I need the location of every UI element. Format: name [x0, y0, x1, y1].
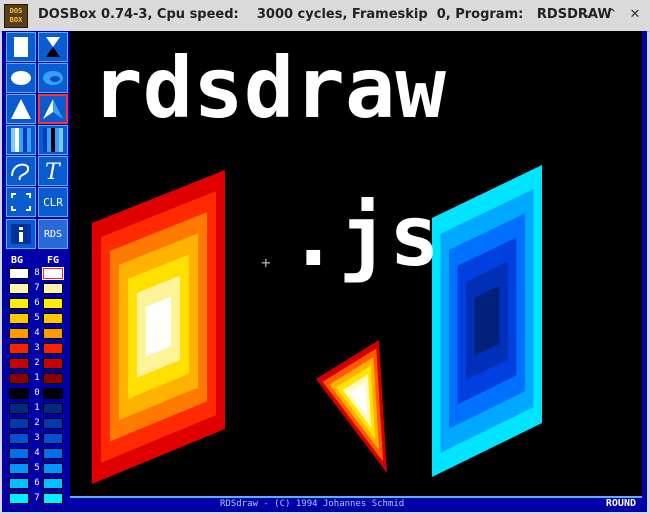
- gradient-bar-tool-icon: [11, 128, 31, 152]
- bg-color-swatch[interactable]: [9, 328, 29, 339]
- copyright-text: RDSdraw - (C) 1994 Johannes Schmid: [220, 499, 405, 509]
- palette-index-label: 8: [34, 268, 40, 278]
- bg-color-swatch[interactable]: [9, 448, 29, 459]
- svg-text:T: T: [45, 160, 62, 182]
- hourglass-tool-button[interactable]: [38, 32, 68, 62]
- text-tool-button[interactable]: T: [38, 156, 68, 186]
- palette-index-label: 2: [34, 358, 40, 368]
- hourglass-tool-icon: [46, 37, 60, 57]
- palette-index-label: 1: [34, 403, 40, 413]
- crosshair-cursor: +: [261, 253, 271, 272]
- palette-index-label: 0: [34, 388, 40, 398]
- fg-color-swatch[interactable]: [43, 343, 63, 354]
- rectangle-tool-button[interactable]: [6, 32, 36, 62]
- palette-index-label: 6: [34, 478, 40, 488]
- fg-color-swatch[interactable]: [43, 298, 63, 309]
- rectangle-tool-icon: [14, 37, 28, 57]
- cool-parallelogram-layer: [474, 285, 500, 356]
- palette-index-label: 4: [34, 448, 40, 458]
- fg-palette-label: FG: [47, 255, 60, 266]
- palette-index-label: 2: [34, 418, 40, 428]
- gradient-bar-dark-tool-icon: [43, 128, 63, 152]
- minimize-button[interactable]: ⌄: [580, 6, 598, 24]
- clear-tool-icon: CLR: [43, 195, 63, 209]
- fg-color-swatch[interactable]: [43, 448, 63, 459]
- bg-palette-label: BG: [11, 255, 24, 266]
- selection-tool-button[interactable]: [6, 187, 36, 217]
- bg-color-swatch[interactable]: [9, 418, 29, 429]
- palette-index-label: 6: [34, 298, 40, 308]
- arrow-triangle-tool-icon: [43, 99, 63, 119]
- mode-indicator: ROUND: [605, 498, 636, 509]
- bg-color-swatch[interactable]: [9, 388, 29, 399]
- bg-color-swatch[interactable]: [9, 433, 29, 444]
- palette-index-label: 1: [34, 373, 40, 383]
- palette-index-label: 3: [34, 343, 40, 353]
- ellipse-tool-icon: [11, 71, 31, 85]
- fg-color-swatch[interactable]: [43, 358, 63, 369]
- fg-color-swatch[interactable]: [43, 418, 63, 429]
- canvas-subtitle-text: .js: [288, 187, 440, 285]
- palette-index-label: 7: [34, 283, 40, 293]
- info-tool-button[interactable]: [6, 219, 36, 249]
- gradient-bar-dark-tool-button[interactable]: [38, 125, 68, 155]
- triangle-tool-button[interactable]: [6, 94, 36, 124]
- fg-color-swatch[interactable]: [43, 328, 63, 339]
- bg-color-swatch[interactable]: [9, 313, 29, 324]
- palette-index-label: 3: [34, 433, 40, 443]
- bg-color-swatch[interactable]: [9, 283, 29, 294]
- bg-color-swatch[interactable]: [9, 298, 29, 309]
- palette-index-label: 7: [34, 493, 40, 503]
- text-tool-icon: T: [45, 160, 62, 182]
- clear-tool-button[interactable]: CLR: [38, 187, 68, 217]
- fg-color-swatch[interactable]: [43, 373, 63, 384]
- filled-ellipse-tool-button[interactable]: [38, 63, 68, 93]
- fg-color-swatch[interactable]: [43, 403, 63, 414]
- warm-parallelogram-layer: [145, 296, 172, 357]
- fg-color-swatch[interactable]: [43, 493, 63, 504]
- close-button[interactable]: ✕: [626, 6, 644, 24]
- palette-index-label: 5: [34, 313, 40, 323]
- rds-logo-button[interactable]: RDS: [38, 219, 68, 249]
- arrow-triangle-tool-button[interactable]: [38, 94, 68, 124]
- palette-index-label: 4: [34, 328, 40, 338]
- ellipse-tool-button[interactable]: [6, 63, 36, 93]
- fg-color-swatch[interactable]: [43, 388, 63, 399]
- bg-color-swatch[interactable]: [9, 403, 29, 414]
- palette-index-label: 5: [34, 463, 40, 473]
- info-tool-icon: [11, 224, 31, 244]
- fg-color-swatch[interactable]: [43, 433, 63, 444]
- tool-panel: T CLR RDS BG FG 8 7 6 5 4 3 2 1 0 1 2 3 4 5 6 7: [2, 31, 70, 512]
- bg-color-swatch[interactable]: [9, 358, 29, 369]
- triangle-tool-icon: [11, 99, 31, 119]
- status-bar: RDSdraw - (C) 1994 Johannes Schmid ROUND: [70, 496, 642, 512]
- selection-tool-icon: [11, 193, 31, 211]
- app-icon-line-2: BOX: [9, 16, 23, 24]
- bg-color-swatch[interactable]: [9, 373, 29, 384]
- gradient-bar-tool-button[interactable]: [6, 125, 36, 155]
- fg-color-swatch[interactable]: [43, 463, 63, 474]
- bg-color-swatch[interactable]: [9, 343, 29, 354]
- bg-color-swatch[interactable]: [9, 268, 29, 279]
- dosbox-app-icon: DOS BOX: [4, 4, 28, 28]
- fg-color-swatch[interactable]: [43, 478, 63, 489]
- curve-tool-button[interactable]: [6, 156, 36, 186]
- fg-color-swatch[interactable]: [43, 313, 63, 324]
- curve-tool-icon: [11, 163, 30, 181]
- bg-color-swatch[interactable]: [9, 493, 29, 504]
- fg-color-swatch[interactable]: [43, 283, 63, 294]
- window-title: DOSBox 0.74-3, Cpu speed: 3000 cycles, F…: [38, 7, 612, 22]
- app-icon-line-1: DOS: [9, 7, 23, 15]
- maximize-button[interactable]: ⌃: [603, 6, 621, 24]
- filled-ellipse-tool-icon: [43, 71, 63, 85]
- bg-color-swatch[interactable]: [9, 463, 29, 474]
- rds-logo-icon: RDS: [43, 228, 63, 240]
- title-bar: DOS BOX DOSBox 0.74-3, Cpu speed: 3000 c…: [0, 0, 650, 32]
- drawing-canvas[interactable]: rdsdraw .js +: [70, 31, 642, 496]
- canvas-title-text: rdsdraw: [92, 39, 447, 137]
- fg-color-swatch[interactable]: [42, 267, 64, 280]
- bg-color-swatch[interactable]: [9, 478, 29, 489]
